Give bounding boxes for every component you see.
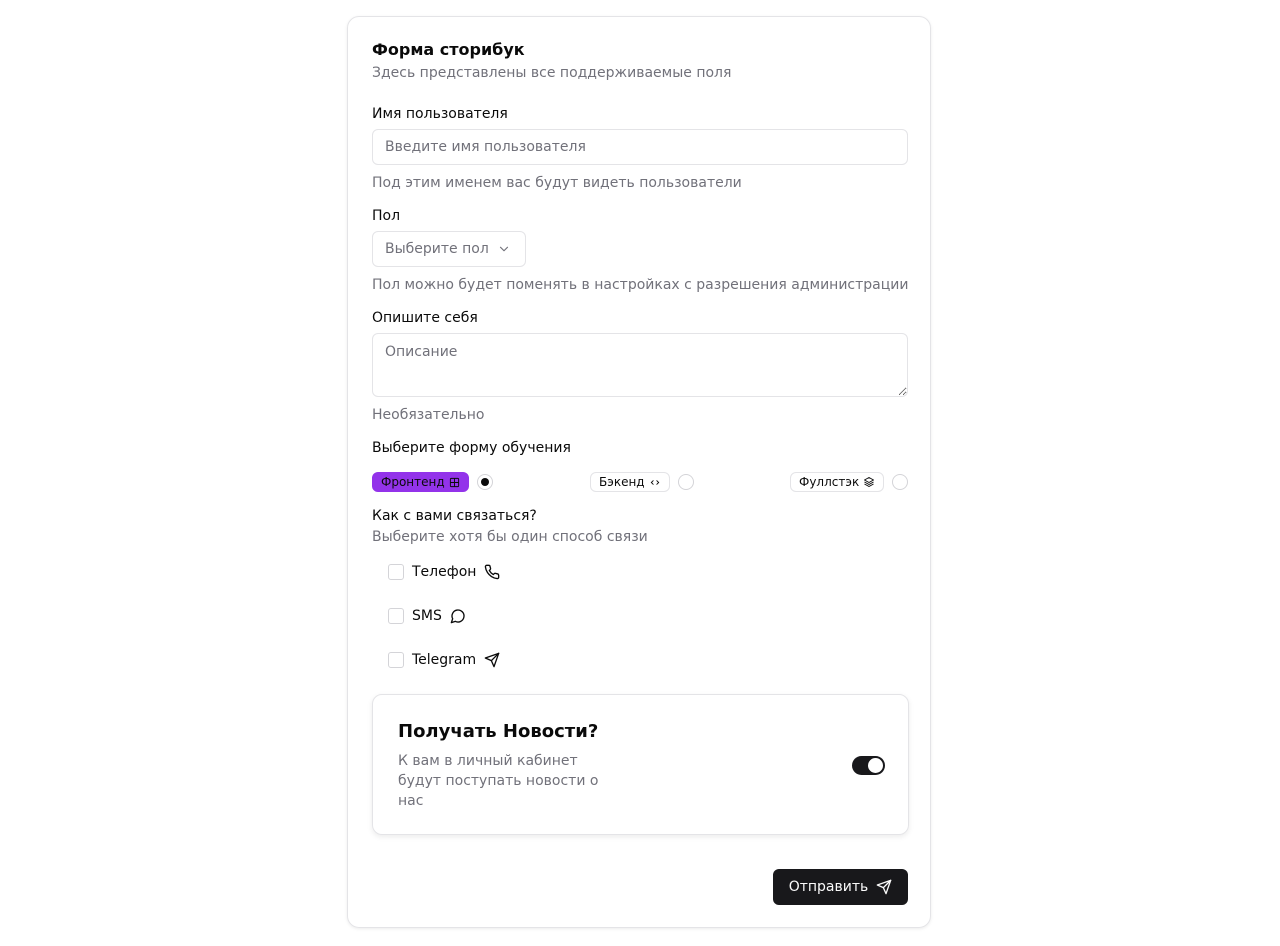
username-hint: Под этим именем вас будут видеть пользов… (372, 175, 742, 191)
about-hint: Необязательно (372, 407, 485, 423)
submit-button-label: Отправить (788, 879, 869, 895)
toggle-knob (868, 758, 883, 773)
education-label: Выберите форму обучения (372, 440, 571, 456)
username-input[interactable] (372, 129, 908, 165)
news-card: Получать Новости? К вам в личный кабинет… (372, 694, 909, 835)
message-circle-icon (450, 608, 466, 624)
gender-hint: Пол можно будет поменять в настройках с … (372, 277, 909, 293)
submit-button[interactable]: Отправить (773, 869, 908, 905)
education-option-backend[interactable]: Бэкенд (590, 472, 670, 492)
gender-select[interactable]: Выберите пол (372, 231, 526, 267)
code-icon (649, 477, 661, 488)
form-title: Форма сторибук (372, 40, 525, 59)
news-description: К вам в личный кабинет будут поступать н… (398, 753, 599, 809)
checkbox-phone[interactable] (388, 564, 404, 580)
contact-option-sms[interactable]: SMS (388, 608, 466, 624)
storybook-form-card: Форма сторибук Здесь представлены все по… (347, 16, 931, 928)
radio-fullstack[interactable] (892, 474, 908, 490)
checkbox-telegram[interactable] (388, 652, 404, 668)
checkbox-sms[interactable] (388, 608, 404, 624)
layout-grid-icon (449, 477, 460, 488)
form-subtitle: Здесь представлены все поддерживаемые по… (372, 65, 732, 81)
contact-hint: Выберите хотя бы один способ связи (372, 529, 648, 545)
chevron-down-icon (497, 242, 511, 256)
phone-icon (484, 564, 500, 580)
news-toggle[interactable] (852, 756, 885, 775)
layers-icon (863, 476, 875, 488)
education-option-fullstack[interactable]: Фуллстэк (790, 472, 885, 492)
send-icon (484, 652, 500, 668)
contact-option-phone[interactable]: Телефон (388, 564, 500, 580)
send-icon (876, 879, 892, 895)
news-title: Получать Новости? (398, 721, 599, 742)
radio-backend[interactable] (678, 474, 694, 490)
education-option-frontend[interactable]: Фронтенд (372, 472, 469, 492)
gender-label: Пол (372, 208, 401, 224)
username-label: Имя пользователя (372, 106, 508, 122)
about-label: Опишите себя (372, 310, 478, 326)
contact-option-telegram[interactable]: Telegram (388, 652, 500, 668)
contact-label: Как с вами связаться? (372, 508, 537, 524)
radio-frontend[interactable] (477, 474, 493, 490)
gender-select-value: Выберите пол (385, 241, 489, 257)
about-textarea[interactable] (372, 333, 908, 397)
